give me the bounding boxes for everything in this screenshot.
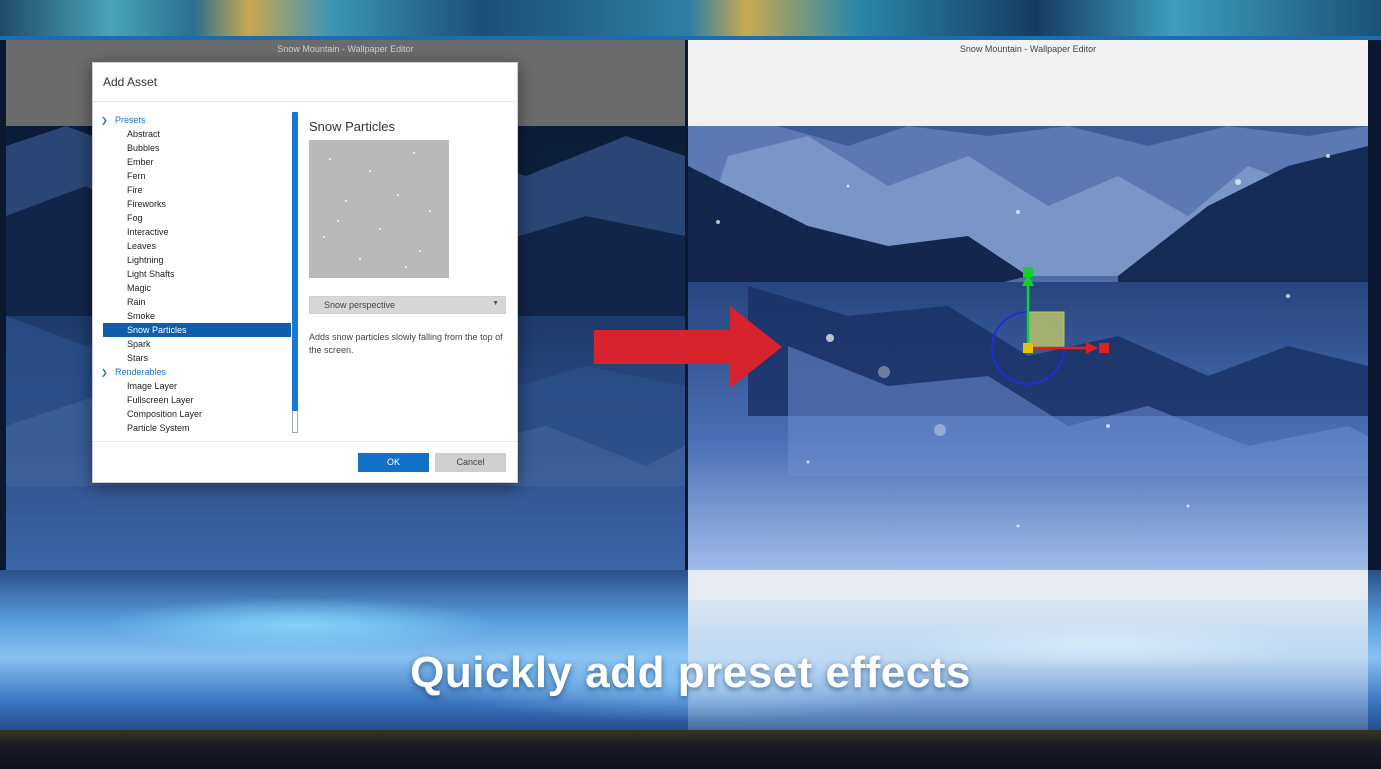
tree-item[interactable]: Spark [127, 337, 151, 351]
tree-item[interactable]: Fire [127, 183, 143, 197]
tree-item[interactable]: Fern [127, 169, 146, 183]
tree-item[interactable]: Stars [127, 351, 148, 365]
tree-item[interactable]: Abstract [127, 127, 160, 141]
tree-item-selected[interactable]: Snow Particles [103, 323, 291, 337]
tree-category-label: Presets [115, 115, 146, 125]
tree-item[interactable]: Fog [127, 211, 143, 225]
tree-item[interactable]: Leaves [127, 239, 156, 253]
dialog-footer-divider [93, 441, 517, 442]
top-banner-strip [0, 0, 1381, 40]
tree-category-renderables[interactable]: ❯ Renderables [101, 365, 166, 379]
tree-item[interactable]: Magic [127, 281, 151, 295]
tree-scrollbar-track[interactable] [292, 411, 298, 433]
tree-scrollbar[interactable] [292, 112, 298, 411]
tree-item[interactable]: Lightning [127, 253, 164, 267]
promo-caption: Quickly add preset effects [410, 648, 971, 697]
chevron-down-icon[interactable]: ❯ [101, 366, 109, 377]
tree-item[interactable]: Rain [127, 295, 146, 309]
asset-preview [309, 140, 449, 278]
tree-item[interactable]: Interactive [127, 225, 169, 239]
tree-category-presets[interactable]: ❯ Presets [101, 113, 146, 127]
transform-gizmo-icon[interactable] [988, 264, 1118, 394]
tree-item[interactable]: Particle System [127, 421, 190, 433]
tree-item[interactable]: Composition Layer [127, 407, 202, 421]
bottom-dark-strip [0, 730, 1381, 769]
tree-item[interactable]: Light Shafts [127, 267, 175, 281]
tree-category-label: Renderables [115, 367, 167, 377]
left-window-title: Snow Mountain - Wallpaper Editor [277, 44, 414, 54]
tree-item[interactable]: Ember [127, 155, 154, 169]
dialog-title: Add Asset [103, 75, 158, 89]
tree-item[interactable]: Image Layer [127, 379, 177, 393]
asset-description: Adds snow particles slowly falling from … [309, 332, 503, 355]
tree-item[interactable]: Fullscreen Layer [127, 393, 194, 407]
right-titlebar: Snow Mountain - Wallpaper Editor [688, 40, 1368, 126]
asset-tree[interactable]: ❯ Presets Abstract Bubbles Ember Fern Fir… [101, 111, 291, 433]
chevron-down-icon[interactable]: ❯ [101, 114, 109, 125]
add-asset-dialog: Add Asset ❯ Presets Abstract Bubbles Embe… [92, 62, 518, 483]
variant-select-value: Snow perspective [324, 300, 396, 310]
tree-item[interactable]: Fireworks [127, 197, 166, 211]
asset-detail-title: Snow Particles [309, 119, 395, 134]
dialog-title-divider [93, 101, 517, 102]
right-window-title: Snow Mountain - Wallpaper Editor [959, 44, 1097, 54]
tree-item[interactable]: Smoke [127, 309, 155, 323]
dropdown-caret-icon: ▼ [492, 300, 499, 307]
right-arrow-icon [594, 306, 782, 388]
variant-select[interactable]: Snow perspective ▼ [309, 296, 506, 314]
tree-item[interactable]: Bubbles [127, 141, 160, 155]
ok-button[interactable]: OK [358, 453, 429, 472]
cancel-button[interactable]: Cancel [435, 453, 506, 472]
